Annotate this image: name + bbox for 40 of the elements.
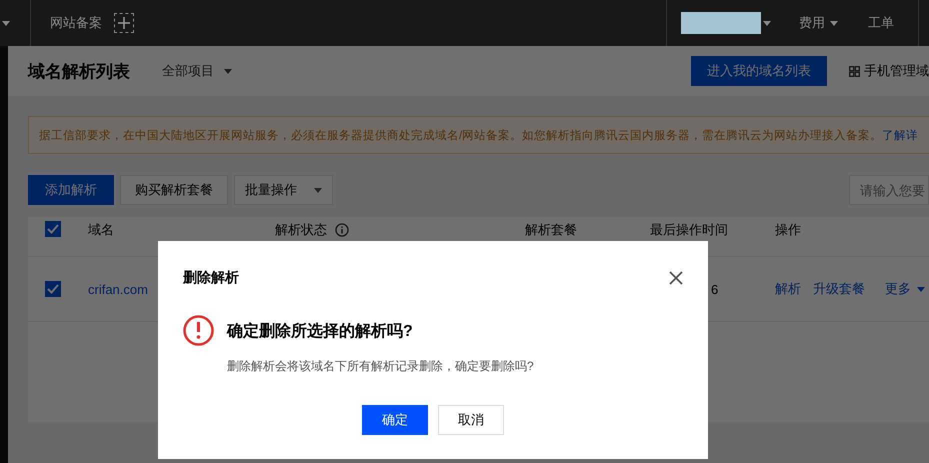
project-filter[interactable]: 全部项目	[162, 62, 214, 80]
buy-package-button[interactable]: 购买解析套餐	[120, 175, 228, 205]
action-link[interactable]: 升级套餐	[813, 280, 865, 298]
caret-icon	[314, 188, 322, 192]
confirm-button[interactable]: 确定	[362, 405, 428, 435]
caret-icon	[763, 20, 771, 26]
caret-icon	[224, 68, 232, 74]
cancel-button[interactable]: 取消	[438, 405, 504, 435]
caret-icon	[917, 286, 925, 292]
nav-link[interactable]: 网站备案	[50, 14, 102, 32]
learn-more-link[interactable]: 了解详	[882, 128, 918, 142]
dialog-message: 删除解析会将该域名下所有解析记录删除，确定要删除吗?	[227, 358, 534, 375]
nav-menu[interactable]: 费用	[799, 14, 825, 32]
page-title: 域名解析列表	[28, 60, 130, 82]
notice-text: 据工信部要求，在中国大陆地区开展网站服务，必须在服务器提供商处完成域名/网站备案。如您解析指向腾讯云国内服务器，需在腾讯云为网站办理接入备案。	[39, 128, 882, 142]
mobile-manage-link[interactable]: 手机管理域	[864, 62, 929, 80]
checkbox[interactable]	[45, 281, 61, 297]
nav-menu[interactable]: 工单	[868, 14, 894, 32]
batch-select[interactable]: 批量操作	[234, 175, 333, 205]
grid-icon	[849, 66, 860, 76]
warning-icon	[183, 315, 214, 346]
add-icon[interactable]	[114, 13, 134, 33]
domain-list-button[interactable]: 进入我的域名列表	[691, 56, 827, 86]
close-icon[interactable]	[669, 271, 683, 285]
checkbox[interactable]	[45, 221, 61, 237]
action-link[interactable]: 解析	[775, 280, 801, 298]
table-cell: 6	[711, 282, 718, 296]
more-link[interactable]: 更多	[885, 280, 911, 298]
add-record-button[interactable]: 添加解析	[28, 175, 114, 205]
domain-link[interactable]: crifan.com	[88, 282, 148, 296]
info-icon[interactable]	[335, 223, 349, 237]
column-header: 解析套餐	[525, 221, 577, 239]
search-field[interactable]: 请输入您要	[849, 175, 929, 205]
dialog-heading: 确定删除所选择的解析吗?	[227, 321, 414, 342]
column-header: 操作	[775, 221, 801, 239]
dialog-title: 删除解析	[183, 269, 239, 287]
column-header: 域名	[88, 221, 114, 239]
column-header: 解析状态	[275, 221, 327, 239]
column-header: 最后操作时间	[650, 221, 728, 239]
caret-icon	[2, 20, 10, 26]
